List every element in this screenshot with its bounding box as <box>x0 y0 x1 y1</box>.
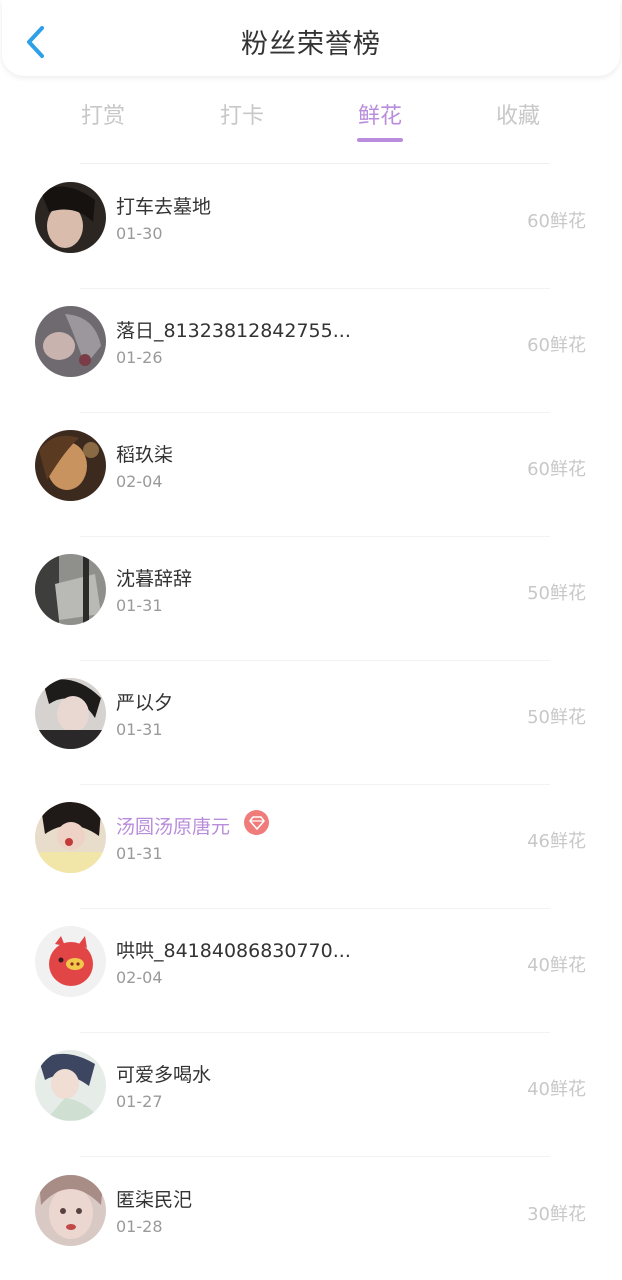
date: 01-31 <box>116 596 163 615</box>
divider <box>80 163 550 164</box>
flower-count: 30鲜花 <box>527 1204 586 1225</box>
flower-count: 60鲜花 <box>527 335 586 356</box>
divider <box>80 784 550 785</box>
flower-count: 50鲜花 <box>527 707 586 728</box>
date: 01-31 <box>116 720 163 739</box>
flower-count: 60鲜花 <box>527 459 586 480</box>
user-name: 汤圆汤原唐元 <box>116 816 231 838</box>
avatar[interactable] <box>35 926 106 997</box>
divider <box>80 288 550 289</box>
tab-favorites[interactable]: 收藏 <box>468 98 568 130</box>
flower-count: 46鲜花 <box>527 831 586 852</box>
date: 01-31 <box>116 844 163 863</box>
diamond-icon <box>248 815 265 830</box>
divider <box>80 660 550 661</box>
tab-reward[interactable]: 打赏 <box>53 98 153 130</box>
avatar[interactable] <box>35 306 106 377</box>
tab-checkin[interactable]: 打卡 <box>192 98 292 130</box>
date: 02-04 <box>116 472 163 491</box>
divider <box>80 412 550 413</box>
list-item[interactable]: 哄哄_84184086830770... 02-04 40鲜花 <box>0 926 622 1050</box>
user-name: 落日_81323812842755... <box>116 320 351 342</box>
divider <box>80 1032 550 1033</box>
tab-flowers[interactable]: 鲜花 <box>330 98 430 130</box>
user-name: 稻玖柒 <box>116 444 174 466</box>
user-name: 匿柒民汜 <box>116 1189 193 1211</box>
divider <box>80 1156 550 1157</box>
page-title: 粉丝荣誉榜 <box>241 29 381 60</box>
user-name: 打车去墓地 <box>116 196 212 218</box>
list-item[interactable]: 可爱多喝水 01-27 40鲜花 <box>0 1050 622 1174</box>
top-bar: 粉丝荣誉榜 <box>2 0 620 76</box>
date: 02-04 <box>116 968 163 987</box>
list-item[interactable]: 严以夕 01-31 50鲜花 <box>0 678 622 802</box>
user-name: 沈暮辞辞 <box>116 568 193 590</box>
date: 01-30 <box>116 224 163 243</box>
avatar[interactable] <box>35 1175 106 1246</box>
tab-bar: 打赏 打卡 鲜花 收藏 <box>0 90 622 150</box>
user-name: 可爱多喝水 <box>116 1064 212 1086</box>
flower-count: 60鲜花 <box>527 211 586 232</box>
divider <box>80 908 550 909</box>
date: 01-27 <box>116 1092 163 1111</box>
flower-count: 50鲜花 <box>527 583 586 604</box>
list-item[interactable]: 匿柒民汜 01-28 30鲜花 <box>0 1175 622 1280</box>
divider <box>80 536 550 537</box>
avatar[interactable] <box>35 430 106 501</box>
avatar[interactable] <box>35 182 106 253</box>
list-item[interactable]: 打车去墓地 01-30 60鲜花 <box>0 182 622 306</box>
list-item[interactable]: 落日_81323812842755... 01-26 60鲜花 <box>0 306 622 430</box>
vip-badge <box>244 810 269 835</box>
avatar[interactable] <box>35 554 106 625</box>
flower-count: 40鲜花 <box>527 955 586 976</box>
avatar[interactable] <box>35 678 106 749</box>
user-name: 严以夕 <box>116 692 174 714</box>
avatar[interactable] <box>35 1050 106 1121</box>
active-tab-indicator <box>357 138 403 142</box>
list-item[interactable]: 沈暮辞辞 01-31 50鲜花 <box>0 554 622 678</box>
list-item[interactable]: 汤圆汤原唐元 01-31 46鲜花 <box>0 802 622 926</box>
flower-count: 40鲜花 <box>527 1079 586 1100</box>
date: 01-26 <box>116 348 163 367</box>
list-item[interactable]: 稻玖柒 02-04 60鲜花 <box>0 430 622 554</box>
date: 01-28 <box>116 1217 163 1236</box>
avatar[interactable] <box>35 802 106 873</box>
user-name: 哄哄_84184086830770... <box>116 940 351 962</box>
